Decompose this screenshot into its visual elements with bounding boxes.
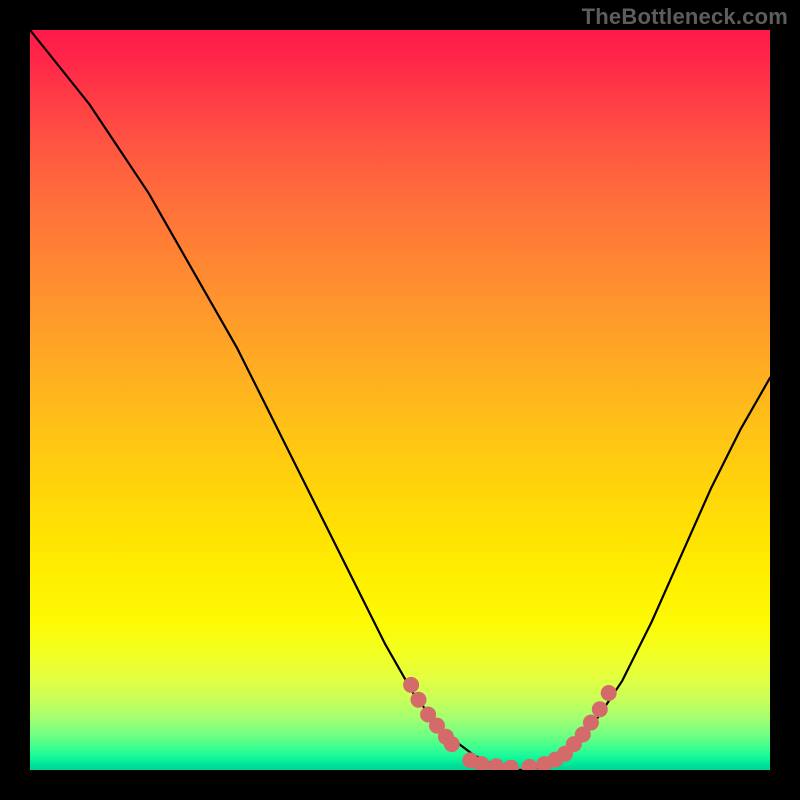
- threshold-dot: [488, 758, 504, 770]
- plot-area: [30, 30, 770, 770]
- threshold-dot: [503, 760, 519, 770]
- attribution-text: TheBottleneck.com: [582, 4, 788, 30]
- chart-frame: TheBottleneck.com: [0, 0, 800, 800]
- bottleneck-curve: [30, 30, 770, 770]
- threshold-dot: [403, 677, 419, 693]
- threshold-dot: [601, 685, 617, 701]
- threshold-dot: [592, 701, 608, 717]
- threshold-dots: [403, 677, 617, 770]
- threshold-dot: [522, 759, 538, 770]
- threshold-dot: [444, 736, 460, 752]
- curve-svg: [30, 30, 770, 770]
- threshold-dot: [583, 715, 599, 731]
- threshold-dot: [411, 692, 427, 708]
